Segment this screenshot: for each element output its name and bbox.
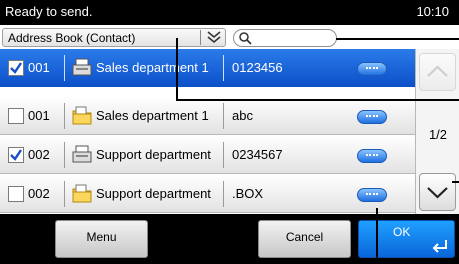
ok-button-label: OK [393, 225, 411, 239]
checkbox-checked[interactable] [8, 147, 24, 163]
enter-icon [432, 239, 448, 253]
details-button[interactable] [357, 188, 387, 202]
clock: 10:10 [416, 4, 449, 19]
checkbox-checked[interactable] [8, 60, 24, 76]
scroll-up-button[interactable] [419, 53, 456, 91]
cancel-button-label: Cancel [285, 230, 324, 244]
contact-destination: 0123456 [232, 60, 283, 75]
list-item[interactable]: 002 Support department .BOX [0, 175, 415, 213]
contact-name: Support department [96, 147, 211, 162]
divider [223, 55, 224, 81]
search-input[interactable] [233, 29, 337, 47]
page-indicator: 1/2 [428, 127, 448, 142]
search-icon [238, 31, 252, 45]
list-item[interactable]: 001 Sales department 1 abc [0, 97, 415, 135]
double-chevron-down-icon[interactable] [204, 29, 224, 46]
contact-number: 001 [28, 60, 50, 75]
details-button[interactable] [357, 110, 387, 124]
contact-name: Sales department 1 [96, 60, 209, 75]
divider [64, 55, 65, 81]
callout-line [336, 38, 459, 40]
contact-name: Support department [96, 186, 211, 201]
divider [64, 142, 65, 168]
contact-number: 001 [28, 108, 50, 123]
callout-line [176, 38, 178, 100]
contact-destination: .BOX [232, 186, 264, 201]
details-button[interactable] [357, 149, 387, 163]
dropdown-divider [200, 30, 201, 45]
folder-icon [71, 183, 93, 205]
divider [223, 103, 224, 129]
fax-icon [71, 57, 93, 79]
details-button[interactable] [357, 62, 387, 76]
callout-line [452, 181, 459, 183]
contact-number: 002 [28, 147, 50, 162]
menu-button[interactable]: Menu [55, 220, 148, 258]
address-book-selector[interactable]: Address Book (Contact) [2, 28, 226, 47]
fax-icon [71, 144, 93, 166]
ok-button[interactable]: OK [358, 220, 455, 258]
address-book-header: Address Book (Contact) [0, 25, 459, 49]
callout-line [376, 208, 378, 264]
scroll-down-button[interactable] [419, 173, 456, 211]
list-item[interactable]: 002 Support department 0234567 [0, 136, 415, 174]
scroll-panel: 1/2 [415, 49, 459, 214]
divider [64, 103, 65, 129]
list-item[interactable]: 001 Sales department 1 0123456 [0, 49, 415, 87]
bottom-action-bar: Menu Cancel OK [0, 214, 459, 264]
folder-icon [71, 105, 93, 127]
checkbox-unchecked[interactable] [8, 186, 24, 202]
chevron-down-icon [427, 187, 448, 199]
contact-name: Sales department 1 [96, 108, 209, 123]
contact-destination: abc [232, 108, 253, 123]
callout-line [176, 99, 459, 101]
chevron-up-icon [427, 65, 448, 77]
divider [223, 142, 224, 168]
address-book-label: Address Book (Contact) [8, 31, 136, 45]
divider [223, 181, 224, 207]
cancel-button[interactable]: Cancel [258, 220, 351, 258]
menu-button-label: Menu [86, 230, 117, 244]
status-message: Ready to send. [5, 4, 93, 19]
contact-number: 002 [28, 186, 50, 201]
divider [64, 181, 65, 207]
checkbox-unchecked[interactable] [8, 108, 24, 124]
contact-destination: 0234567 [232, 147, 283, 162]
status-bar: Ready to send. 10:10 [0, 0, 459, 25]
